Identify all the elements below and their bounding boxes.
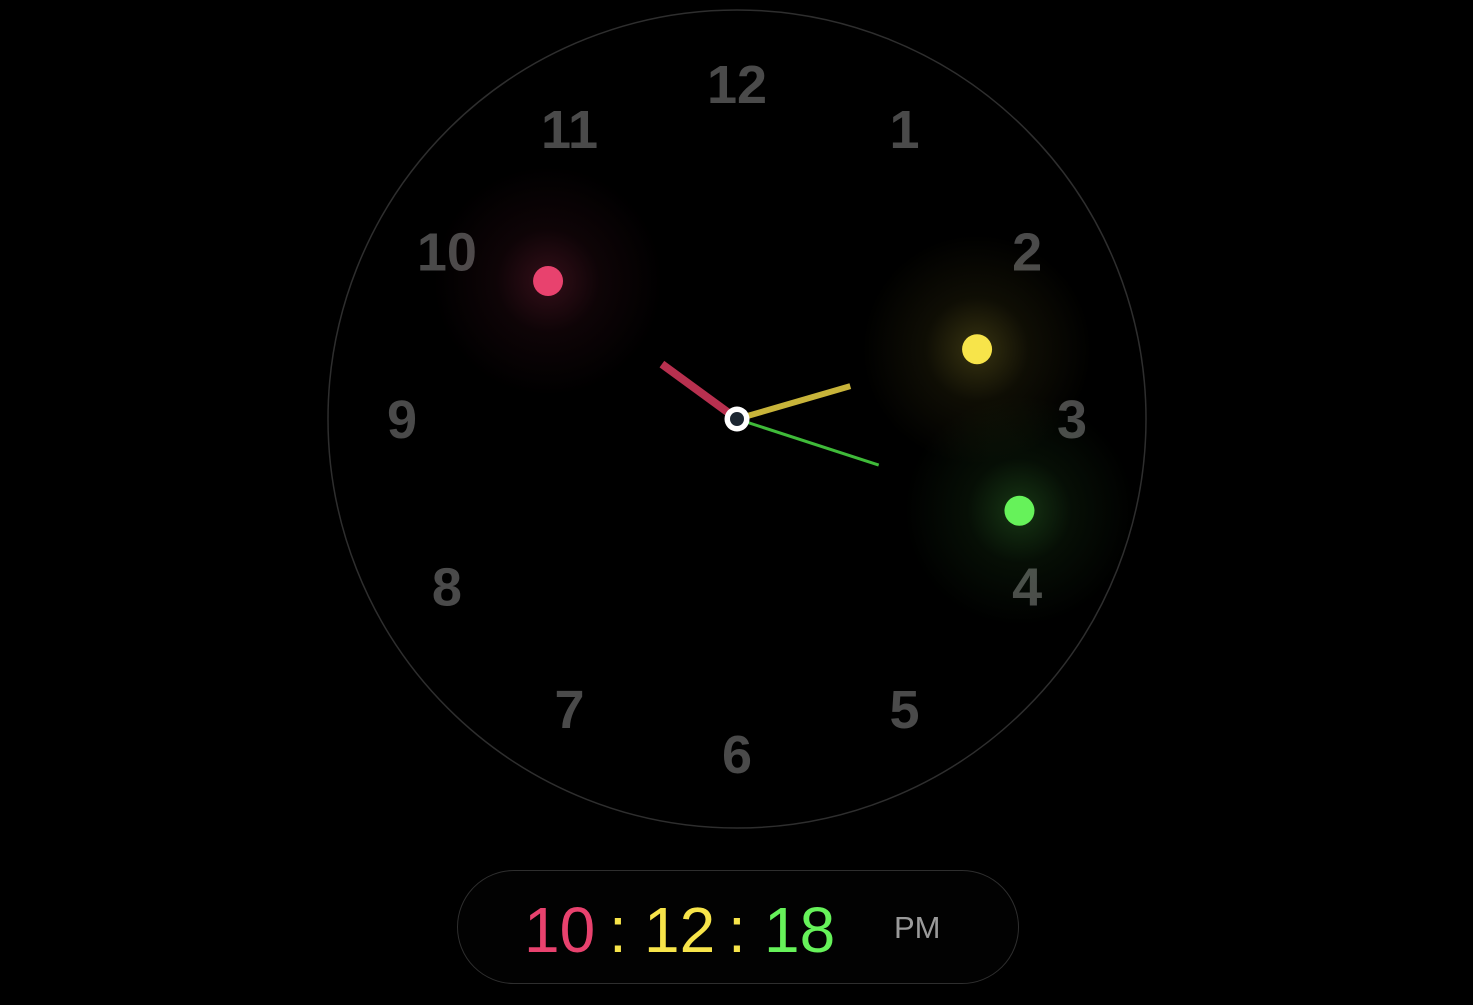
dial-numeral: 5 [889, 680, 919, 740]
hours-marker [533, 265, 564, 296]
dial-numeral: 1 [889, 100, 919, 160]
hub-center [730, 412, 744, 426]
minutes-marker [962, 334, 993, 365]
second-hand [736, 417, 880, 467]
dial-numeral: 6 [722, 725, 752, 785]
readout-minutes: 12 [644, 894, 716, 966]
dial-numeral: 9 [387, 390, 417, 450]
minute-hand [736, 383, 852, 422]
readout-seconds: 18 [764, 894, 836, 966]
hour-hand [659, 360, 740, 423]
readout-separator: : [728, 894, 746, 966]
analog-clock-dial: 121234567891011 [327, 9, 1147, 829]
seconds-marker [1004, 495, 1035, 526]
dial-numeral: 11 [541, 100, 598, 160]
readout-hours: 10 [524, 894, 596, 966]
readout-period: PM [894, 910, 941, 945]
dial-numeral: 12 [707, 55, 767, 115]
readout-separator: : [609, 894, 627, 966]
dial-numeral: 8 [432, 558, 462, 618]
clock-screen: 121234567891011 10 : 12 : 18 PM [0, 0, 1473, 1005]
dial-numeral: 7 [554, 680, 584, 740]
digital-time-readout: 10 : 12 : 18 PM [457, 870, 1019, 984]
